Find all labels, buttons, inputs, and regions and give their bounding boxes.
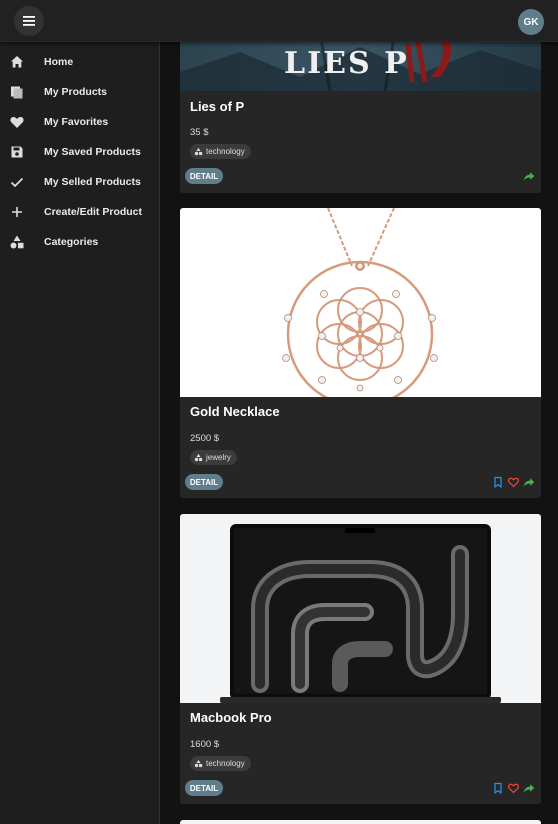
product-card: LIES P Lies of P 35 $ technology DETAIL — [180, 42, 541, 193]
heart-outline-icon[interactable] — [507, 476, 520, 488]
sidebar-item-label: My Favorites — [44, 116, 109, 128]
sidebar-item-categories[interactable]: Categories — [0, 227, 160, 257]
product-title: Gold Necklace — [190, 404, 280, 419]
heart-outline-icon[interactable] — [507, 782, 520, 794]
plus-icon — [12, 207, 22, 217]
sidebar: Home My Products My Favorites My Saved P… — [0, 42, 160, 824]
bookmark-icon[interactable] — [492, 782, 504, 794]
product-price: 1600 $ — [190, 739, 220, 750]
sidebar-item-label: Create/Edit Product — [44, 206, 143, 218]
products-icon — [11, 86, 23, 99]
heart-icon — [10, 116, 24, 128]
product-card — [180, 820, 541, 824]
category-icon — [194, 759, 203, 768]
detail-button[interactable]: DETAIL — [185, 474, 223, 490]
product-image — [180, 208, 541, 397]
category-icon — [194, 453, 203, 462]
category-chip[interactable]: technology — [190, 756, 251, 771]
card-actions — [492, 782, 535, 794]
detail-button[interactable]: DETAIL — [185, 168, 223, 184]
sidebar-item-create-edit-product[interactable]: Create/Edit Product — [0, 197, 160, 227]
category-chip[interactable]: jewelry — [190, 450, 237, 465]
card-actions — [523, 170, 535, 182]
product-image — [180, 514, 541, 703]
share-icon[interactable] — [523, 476, 535, 488]
necklace-image — [282, 208, 438, 397]
product-card: Macbook Pro 1600 $ technology DETAIL — [180, 514, 541, 804]
share-icon[interactable] — [523, 170, 535, 182]
product-title: Lies of P — [190, 99, 245, 114]
sidebar-item-label: Categories — [44, 236, 99, 248]
category-chip[interactable]: technology — [190, 144, 251, 159]
product-card: Gold Necklace 2500 $ jewelry DETAIL — [180, 208, 541, 498]
category-label: technology — [206, 759, 245, 768]
product-price: 2500 $ — [190, 433, 220, 444]
category-icon — [194, 147, 203, 156]
product-list: LIES P Lies of P 35 $ technology DETAIL — [160, 42, 558, 824]
category-label: jewelry — [206, 453, 231, 462]
menu-icon — [23, 16, 35, 26]
home-icon — [11, 56, 23, 68]
sidebar-item-my-favorites[interactable]: My Favorites — [0, 107, 160, 137]
category-label: technology — [206, 147, 245, 156]
card-actions — [492, 476, 535, 488]
product-image: LIES P — [180, 42, 541, 91]
save-icon — [11, 146, 23, 158]
sidebar-item-label: Home — [44, 56, 74, 68]
category-icon — [10, 235, 24, 249]
sidebar-item-label: My Selled Products — [44, 176, 141, 188]
product-price: 35 $ — [190, 127, 209, 138]
sidebar-item-my-products[interactable]: My Products — [0, 77, 160, 107]
share-icon[interactable] — [523, 782, 535, 794]
laptop-image — [220, 524, 501, 703]
sidebar-item-my-selled-products[interactable]: My Selled Products — [0, 167, 160, 197]
menu-button[interactable] — [14, 6, 44, 36]
avatar[interactable]: GK — [518, 9, 544, 35]
sidebar-item-home[interactable]: Home — [0, 47, 160, 77]
sidebar-item-label: My Products — [44, 86, 108, 98]
check-icon — [10, 177, 24, 188]
product-title: Macbook Pro — [190, 710, 272, 725]
app-bar: GK — [0, 0, 558, 42]
bookmark-icon[interactable] — [492, 476, 504, 488]
product-image-title: LIES P — [284, 46, 409, 81]
sidebar-item-label: My Saved Products — [44, 146, 141, 158]
sidebar-item-my-saved-products[interactable]: My Saved Products — [0, 137, 160, 167]
detail-button[interactable]: DETAIL — [185, 780, 223, 796]
